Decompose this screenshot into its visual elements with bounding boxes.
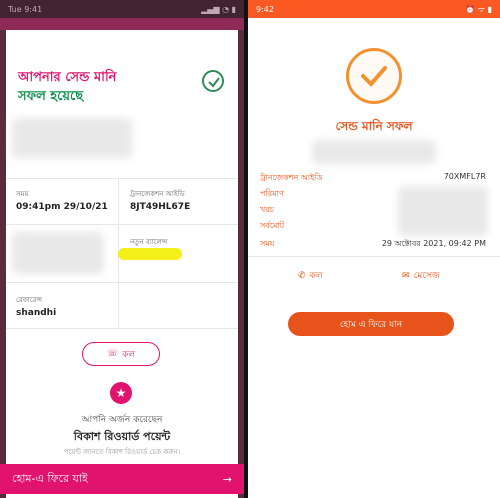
success-title: সেন্ড মানি সফল: [335, 119, 413, 133]
right-status-time: 9:42: [256, 4, 274, 14]
reward-subtext: পয়েন্ট জানতে বিকাশ রিওয়ার্ড চেক করুন।: [63, 448, 181, 456]
star-icon: ★: [110, 382, 132, 404]
redacted-recipient: [312, 140, 436, 164]
trx-value: 8JT49HL67E: [130, 202, 191, 212]
divider: [6, 282, 238, 283]
message-label: মেসেজ: [413, 271, 440, 281]
row-label-trx: ট্রানজেকশন আইডি: [260, 173, 323, 182]
right-status-bar: 9:42 ⏰ ᯤ ▮: [248, 0, 500, 18]
earned-text: আপনি অর্জন করেছেন: [81, 415, 163, 425]
call-button[interactable]: ☏ কল: [82, 342, 160, 366]
trx-label: ট্রানজেকশন আইডি: [130, 190, 185, 198]
back-home-button[interactable]: হোম এ ফিরে যান: [288, 312, 454, 336]
reward-title: বিকাশ রিওয়ার্ড পয়েন্ট: [73, 430, 171, 443]
row-value-time: 29 অক্টোবর 2021, 09:42 PM: [381, 239, 486, 248]
reference-label: রেফারেন্স: [16, 296, 43, 304]
divider: [6, 178, 238, 179]
redacted-recipient: [12, 118, 132, 158]
success-line-1: আপনার সেন্ড মানি: [18, 70, 117, 85]
phone-icon: ✆: [298, 270, 306, 281]
left-receipt-card: আপনার সেন্ড মানি সফল হয়েছে সময় 09:41pm…: [6, 30, 238, 498]
new-balance-label: নতুন ব্যালেন্স: [130, 238, 168, 246]
left-status-icons: ▂▄▆ ◔ ▮: [201, 4, 236, 14]
call-label: কল: [122, 349, 136, 360]
highlighted-balance: [118, 248, 182, 260]
success-check-icon: [202, 70, 224, 92]
divider: [6, 328, 238, 329]
envelope-icon: ✉: [402, 270, 410, 281]
reference-value: shandhi: [16, 308, 57, 318]
call-label: কল: [309, 271, 323, 281]
success-check-icon: [346, 48, 402, 104]
divider: [6, 224, 238, 225]
back-home-label: হোম এ ফিরে যান: [339, 319, 403, 330]
back-home-button[interactable]: হোম-এ ফিরে যাই →: [0, 464, 244, 494]
left-status-time: Tue 9:41: [8, 4, 43, 14]
redacted-amount: [12, 232, 104, 274]
left-status-bar: Tue 9:41 ▂▄▆ ◔ ▮: [0, 0, 244, 18]
call-button[interactable]: ✆ কল: [298, 268, 323, 283]
message-button[interactable]: ✉ মেসেজ: [402, 268, 440, 283]
left-app-header: [0, 18, 244, 30]
back-home-label: হোম-এ ফিরে যাই: [12, 471, 88, 485]
left-receipt-panel: Tue 9:41 ▂▄▆ ◔ ▮ আপনার সেন্ড মানি সফল হয…: [0, 0, 244, 498]
phone-icon: ☏: [106, 349, 119, 359]
row-label-amount: পরিমাণ: [260, 189, 284, 198]
redacted-amounts: [398, 186, 488, 236]
divider: [248, 256, 500, 257]
screenshot-pair: Tue 9:41 ▂▄▆ ◔ ▮ আপনার সেন্ড মানি সফল হয…: [0, 0, 500, 498]
time-label: সময়: [16, 190, 29, 198]
success-heading: আপনার সেন্ড মানি সফল হয়েছে: [18, 68, 116, 106]
arrow-right-icon: →: [222, 472, 232, 486]
row-label-time: সময়: [260, 239, 275, 248]
right-receipt-panel: 9:42 ⏰ ᯤ ▮ সেন্ড মানি সফল ট্রানজেকশন আইড…: [248, 0, 500, 498]
success-line-2: সফল হয়েছে: [18, 89, 84, 104]
time-value: 09:41pm 29/10/21: [16, 202, 108, 212]
right-status-icons: ⏰ ᯤ ▮: [465, 4, 492, 14]
row-label-total: সর্বমোট: [260, 221, 285, 230]
row-value-trx: 70XMFL7R: [443, 172, 486, 181]
row-label-charge: খরচ: [260, 205, 274, 214]
